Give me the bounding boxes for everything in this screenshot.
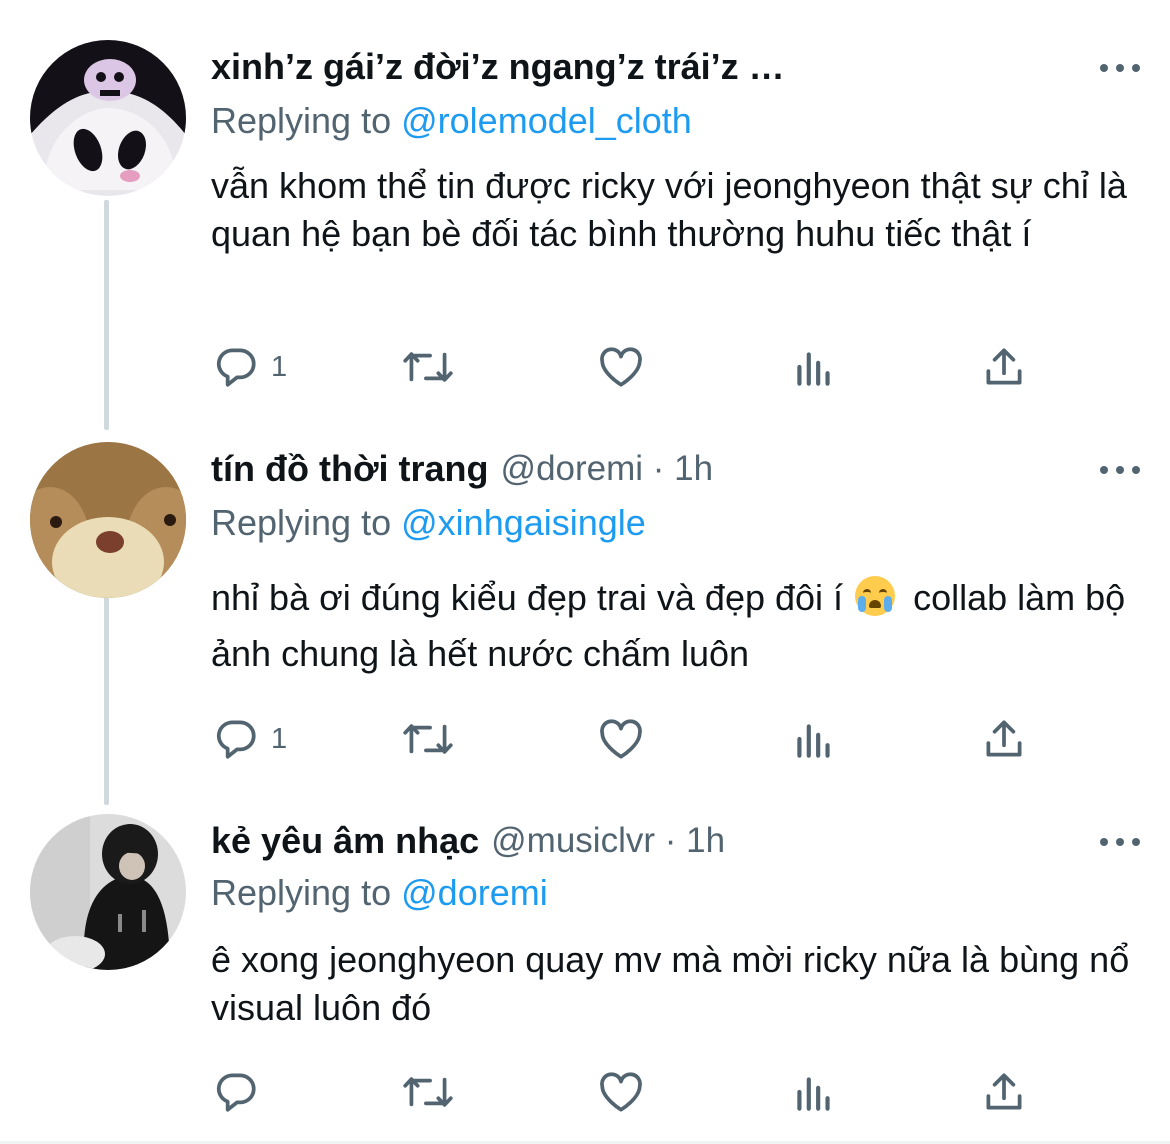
like-icon bbox=[600, 1072, 642, 1112]
action-bar bbox=[211, 1067, 1041, 1117]
action-bar: 1 bbox=[211, 714, 1041, 764]
more-options-button[interactable] bbox=[1100, 50, 1140, 86]
more-icon bbox=[1100, 838, 1108, 846]
tweet-text: ê xong jeonghyeon quay mv mà mời ricky n… bbox=[211, 939, 1130, 1028]
analytics-button[interactable] bbox=[789, 1067, 839, 1117]
retweet-icon bbox=[403, 352, 453, 382]
avatar[interactable] bbox=[30, 814, 186, 970]
share-icon bbox=[986, 720, 1022, 757]
reply-icon bbox=[216, 348, 256, 387]
analytics-icon bbox=[797, 724, 830, 758]
reply-count: 1 bbox=[271, 722, 288, 755]
more-options-button[interactable] bbox=[1100, 824, 1140, 860]
retweet-button[interactable] bbox=[399, 714, 457, 764]
analytics-icon bbox=[797, 352, 830, 386]
share-icon bbox=[986, 348, 1022, 385]
tweet-1[interactable]: xinh’z gái’z đời’z ngang’z trái’z … Repl… bbox=[0, 40, 1170, 400]
analytics-button[interactable] bbox=[789, 714, 839, 764]
display-name[interactable]: tín đồ thời trang bbox=[211, 448, 489, 490]
tweet-text: vẫn khom thể tin được ricky với jeonghye… bbox=[211, 165, 1127, 254]
retweet-button[interactable] bbox=[399, 342, 457, 392]
avatar[interactable] bbox=[30, 40, 186, 196]
more-icon bbox=[1100, 64, 1108, 72]
reply-mention-link[interactable]: @xinhgaisingle bbox=[401, 502, 646, 543]
tweet-3[interactable]: kẻ yêu âm nhạc @musiclvr · 1h Replying t… bbox=[0, 814, 1170, 1134]
reply-count: 1 bbox=[271, 350, 288, 383]
like-icon bbox=[600, 347, 642, 387]
reply-mention-link[interactable]: @rolemodel_cloth bbox=[401, 100, 692, 141]
like-button[interactable] bbox=[596, 1067, 646, 1117]
loudly-crying-face-emoji-icon bbox=[855, 576, 896, 616]
like-button[interactable] bbox=[596, 714, 646, 764]
reply-mention-link[interactable]: @doremi bbox=[401, 872, 548, 913]
display-name[interactable]: kẻ yêu âm nhạc bbox=[211, 820, 479, 862]
replying-to: Replying to @rolemodel_cloth bbox=[211, 100, 692, 142]
like-button[interactable] bbox=[596, 342, 646, 392]
reply-button[interactable]: 1 bbox=[211, 714, 287, 764]
retweet-icon bbox=[403, 724, 453, 754]
tweet-2[interactable]: tín đồ thời trang @doremi · 1h Replying … bbox=[0, 442, 1170, 782]
reply-button[interactable] bbox=[211, 1067, 271, 1117]
analytics-button[interactable] bbox=[789, 342, 839, 392]
share-button[interactable] bbox=[979, 714, 1029, 764]
more-options-button[interactable] bbox=[1100, 452, 1140, 488]
handle-timestamp[interactable]: @doremi · 1h bbox=[501, 449, 714, 489]
replying-to-label: Replying to bbox=[211, 502, 392, 543]
replying-to: Replying to @doremi bbox=[211, 872, 548, 914]
reply-icon bbox=[216, 1073, 256, 1112]
analytics-icon bbox=[797, 1077, 830, 1111]
reply-icon bbox=[216, 720, 256, 759]
replying-to-label: Replying to bbox=[211, 100, 392, 141]
handle-timestamp[interactable]: @musiclvr · 1h bbox=[491, 821, 725, 861]
retweet-icon bbox=[403, 1077, 453, 1107]
share-button[interactable] bbox=[979, 1067, 1029, 1117]
share-button[interactable] bbox=[979, 342, 1029, 392]
tweet-text-part-1: nhỉ bà ơi đúng kiểu đẹp trai và đẹp đôi … bbox=[211, 577, 844, 618]
like-icon bbox=[600, 719, 642, 759]
reply-button[interactable]: 1 bbox=[211, 342, 287, 392]
avatar[interactable] bbox=[30, 442, 186, 598]
retweet-button[interactable] bbox=[399, 1067, 457, 1117]
display-name[interactable]: xinh’z gái’z đời’z ngang’z trái’z … bbox=[211, 46, 785, 88]
share-icon bbox=[986, 1073, 1022, 1110]
replying-to-label: Replying to bbox=[211, 872, 392, 913]
tweet-text: nhỉ bà ơi đúng kiểu đẹp trai và đẹp đôi … bbox=[211, 570, 1141, 682]
replying-to: Replying to @xinhgaisingle bbox=[211, 502, 646, 544]
more-icon bbox=[1100, 466, 1108, 474]
action-bar: 1 bbox=[211, 342, 1041, 392]
